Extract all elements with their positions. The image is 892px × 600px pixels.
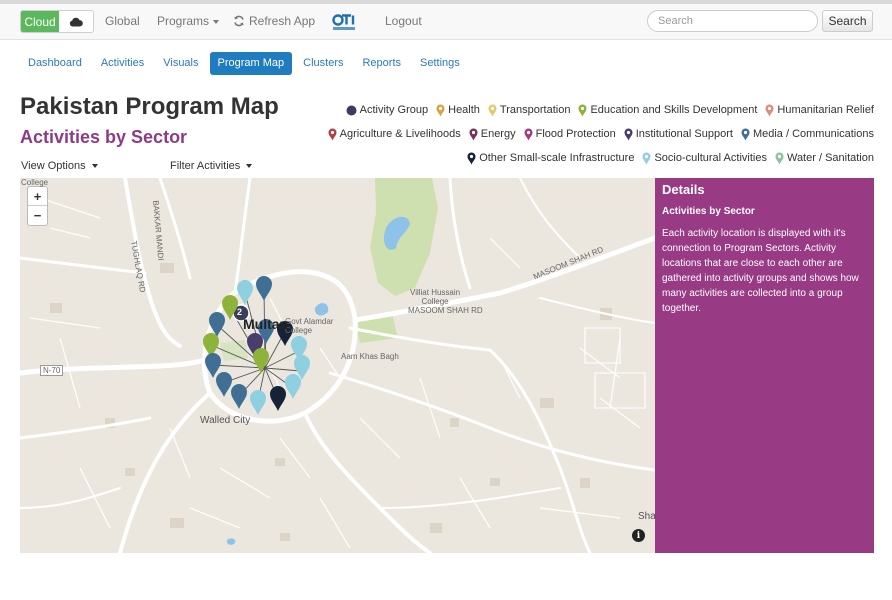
- tab-reports[interactable]: Reports: [354, 52, 409, 75]
- legend-item-other-infrastructure: Other Small-scale Infrastructure: [467, 152, 634, 165]
- legend-label: Transportation: [499, 104, 571, 116]
- oti-anywhere-logo[interactable]: [332, 12, 362, 34]
- tab-settings[interactable]: Settings: [412, 52, 468, 75]
- map-pin-icon: [467, 152, 476, 164]
- map-label-govt-alamdar-college: Govt Alamdar College: [285, 317, 334, 335]
- logout-link[interactable]: Logout: [385, 14, 422, 28]
- zoom-in-button[interactable]: +: [28, 187, 47, 206]
- legend-label: Flood Protection: [535, 128, 616, 140]
- cloud-button[interactable]: Cloud: [21, 11, 59, 32]
- legend-label: Institutional Support: [635, 128, 733, 140]
- legend-label: Other Small-scale Infrastructure: [479, 152, 635, 164]
- map-label-aam-khas-bagh: Aam Khas Bagh: [341, 352, 399, 361]
- search-button[interactable]: Search: [822, 10, 873, 32]
- map-pin-icon: [488, 104, 497, 116]
- view-options-label: View Options: [21, 160, 86, 172]
- legend-item-water-sanitation: Water / Sanitation: [775, 152, 874, 165]
- details-subtitle: Activities by Sector: [662, 206, 755, 217]
- page-subtitle: Activities by Sector: [20, 127, 188, 147]
- filter-activities-dropdown[interactable]: Filter Activities: [170, 160, 253, 172]
- tab-visuals[interactable]: Visuals: [155, 52, 206, 75]
- refresh-app-link[interactable]: Refresh App: [233, 14, 315, 28]
- activity-group-dot-icon: [346, 105, 357, 115]
- zoom-out-button[interactable]: −: [28, 206, 47, 225]
- legend-item-institutional-support: Institutional Support: [624, 128, 733, 141]
- page-title: Pakistan Program Map: [20, 93, 279, 120]
- program-map[interactable]: + − College BAKKAR MANDI TUGHLAQ RD MASO…: [20, 178, 655, 553]
- map-pin-icon: [775, 152, 784, 164]
- tab-program-map[interactable]: Program Map: [209, 52, 293, 75]
- legend-label: Agriculture & Livelihoods: [339, 128, 461, 140]
- legend-label: Energy: [480, 128, 516, 140]
- legend-label: Education and Skills Development: [590, 104, 758, 116]
- map-attribution-info-icon[interactable]: i: [632, 529, 645, 542]
- legend-label: Activity Group: [359, 104, 429, 116]
- map-label-villiat-hussain-college: Villiat Hussain College: [410, 288, 461, 306]
- details-panel: Details Activities by Sector Each activi…: [655, 178, 874, 553]
- map-pin-icon: [642, 152, 651, 164]
- legend-row: Agriculture & Livelihoods Energy Flood P…: [328, 122, 874, 146]
- map-pin-icon: [741, 128, 750, 140]
- chevron-down-icon: [213, 19, 220, 24]
- nav-global-link[interactable]: Global: [105, 14, 140, 28]
- map-label-multan: Multan: [243, 316, 289, 332]
- legend-item-socio-cultural: Socio-cultural Activities: [642, 152, 767, 165]
- search-input[interactable]: [647, 10, 818, 32]
- refresh-app-label: Refresh App: [249, 14, 316, 28]
- refresh-icon: [234, 15, 244, 27]
- map-pin-icon: [578, 104, 587, 116]
- map-label-sha: Sha: [638, 511, 655, 522]
- legend-item-flood-protection: Flood Protection: [524, 128, 616, 141]
- map-pin-icon: [765, 104, 774, 116]
- legend-label: Socio-cultural Activities: [654, 152, 767, 164]
- tab-clusters[interactable]: Clusters: [295, 52, 351, 75]
- map-pin-icon: [469, 128, 478, 140]
- map-pin-icon: [624, 128, 633, 140]
- map-pin-icon: [524, 128, 533, 140]
- top-navbar: Cloud Global Programs Refresh App Logout…: [0, 4, 892, 40]
- legend-item-media-communications: Media / Communications: [741, 128, 874, 141]
- details-description: Each activity location is displayed with…: [662, 228, 859, 314]
- map-label-masoom-shah-rd: MASOOM SHAH RD: [408, 306, 483, 315]
- zoom-control: + −: [27, 186, 48, 226]
- tab-dashboard[interactable]: Dashboard: [20, 52, 90, 75]
- details-title: Details: [662, 182, 705, 197]
- cloud-toggle-group: Cloud: [20, 10, 94, 33]
- filter-activities-label: Filter Activities: [170, 160, 241, 172]
- map-label-n70: N-70: [40, 365, 64, 376]
- legend-item-transportation: Transportation: [488, 104, 571, 117]
- legend-item-activity-group: Activity Group: [346, 104, 428, 116]
- cluster-count[interactable]: 2: [237, 307, 242, 317]
- chevron-down-icon: [246, 164, 253, 169]
- legend-label: Humanitarian Relief: [777, 104, 874, 116]
- cloud-icon: [69, 17, 83, 26]
- legend-item-energy: Energy: [469, 128, 516, 141]
- map-base-tiles: [20, 178, 655, 553]
- map-pin-icon: [436, 104, 445, 116]
- view-options-dropdown[interactable]: View Options: [21, 160, 98, 172]
- legend-item-education: Education and Skills Development: [578, 104, 757, 117]
- nav-programs-label: Programs: [157, 14, 210, 28]
- nav-programs-dropdown[interactable]: Programs: [157, 14, 220, 28]
- cloud-icon-button[interactable]: [59, 11, 93, 32]
- legend-label: Water / Sanitation: [786, 152, 874, 164]
- map-label-walled-city: Walled City: [200, 415, 251, 426]
- map-pin-icon: [328, 128, 337, 140]
- legend-item-agriculture: Agriculture & Livelihoods: [328, 128, 461, 141]
- legend-label: Media / Communications: [752, 128, 874, 140]
- legend-row: Other Small-scale Infrastructure Socio-c…: [336, 146, 874, 170]
- legend-item-health: Health: [436, 104, 480, 117]
- sector-legend: Activity Group Health Transportation Edu…: [328, 98, 874, 170]
- legend-label: Health: [448, 104, 480, 116]
- tab-activities[interactable]: Activities: [93, 52, 152, 75]
- section-tabs: Dashboard Activities Visuals Program Map…: [20, 52, 471, 75]
- legend-row: Activity Group Health Transportation Edu…: [336, 98, 874, 122]
- chevron-down-icon: [91, 164, 98, 169]
- legend-item-humanitarian-relief: Humanitarian Relief: [765, 104, 874, 117]
- map-label-college: College: [21, 178, 49, 187]
